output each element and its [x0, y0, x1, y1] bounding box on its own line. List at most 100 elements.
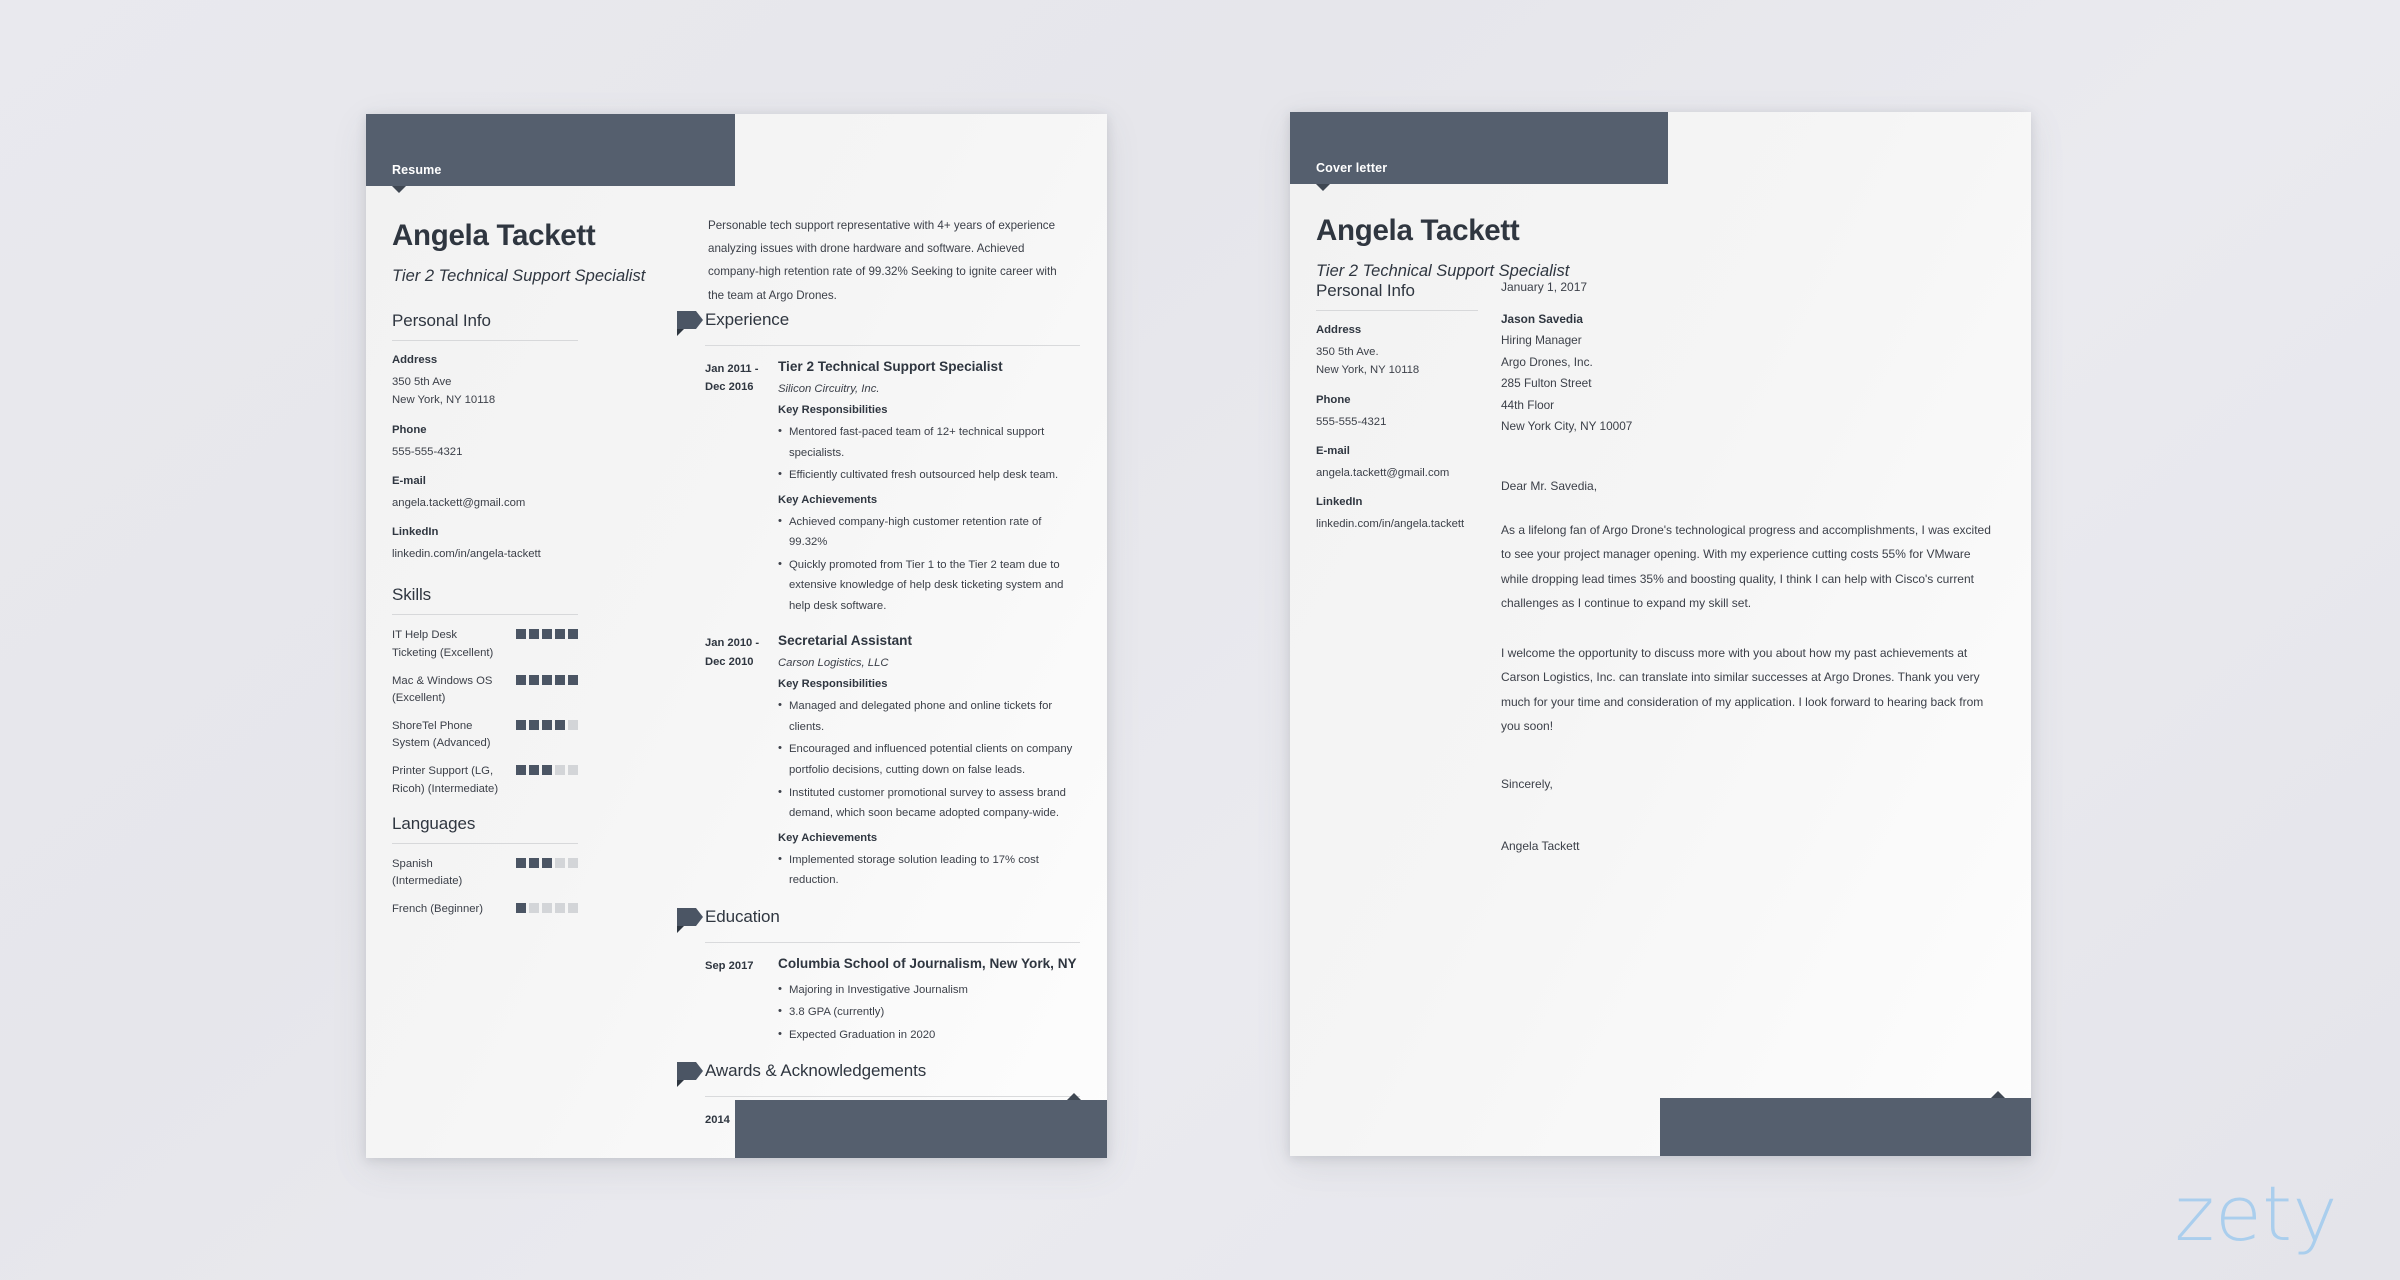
rating-dot: [555, 903, 565, 914]
achievements-label: Key Achievements: [778, 831, 878, 844]
personal-info-label: Phone: [392, 423, 427, 436]
personal-info-group: E-mail angela.tackett@gmail.com: [1316, 445, 1478, 482]
cover-bottom-band: [1660, 1091, 2031, 1156]
experience-entries: Jan 2011 - Dec 2016 Tier 2 Technical Supp…: [705, 359, 1080, 893]
cover-band-label: Cover letter: [1316, 161, 1388, 175]
letter-paragraph: I welcome the opportunity to discuss mor…: [1501, 645, 1984, 734]
resume-bottom-band: [735, 1093, 1107, 1158]
education-heading: Education: [705, 906, 780, 926]
rating-dot: [529, 674, 539, 685]
personal-info-value: angela.tackett@gmail.com: [392, 496, 526, 509]
recipient-line: Hiring Manager: [1501, 333, 1582, 348]
personal-info-list: Address 350 5th Ave New York, NY 10118 Phon…: [392, 354, 578, 563]
skill-row-label: Mac & Windows OS (Excellent): [392, 674, 493, 704]
resume-band-notch-icon: [392, 186, 406, 193]
language-row-label: Spanish (Intermediate): [392, 857, 463, 887]
personal-info-value: 350 5th Ave.: [1316, 346, 1379, 358]
skill-row-rating: [516, 718, 578, 731]
entry-date: Sep 2017: [705, 959, 754, 972]
personal-info-value: 555-555-4321: [392, 445, 463, 458]
languages-list: Spanish (Intermediate) French (Beginner): [392, 856, 578, 918]
awards-heading: Awards & Acknowledgements: [705, 1061, 927, 1081]
achievements-label: Key Achievements: [778, 493, 878, 506]
rating-dot: [568, 720, 578, 731]
personal-info-label: Address: [1316, 324, 1362, 336]
personal-info-group: E-mail angela.tackett@gmail.com: [392, 475, 578, 512]
language-row: French (Beginner): [392, 901, 578, 918]
recipient-line: 285 Fulton Street: [1501, 376, 1592, 391]
personal-info-value: New York, NY 10118: [1316, 364, 1420, 377]
skill-row: IT Help Desk Ticketing (Excellent): [392, 627, 578, 661]
skill-row-label: IT Help Desk Ticketing (Excellent): [392, 629, 494, 659]
resume-summary: Personable tech support representative w…: [708, 219, 1057, 302]
personal-info-heading: Personal Info: [392, 311, 578, 341]
cover-letter-document[interactable]: Cover letter Angela Tackett Tier 2 Techn…: [1290, 112, 2031, 1156]
skill-row: Printer Support (LG, Ricoh) (Intermediat…: [392, 763, 578, 797]
rating-dot: [568, 765, 578, 776]
education-section: Education Sep 2017 Columbia School of Jou…: [677, 906, 1080, 1048]
cover-bottom-notch-icon: [1991, 1091, 2005, 1098]
personal-info-group: LinkedIn linkedin.com/in/angela-tackett: [392, 526, 578, 563]
education-entries: Sep 2017 Columbia School of Journalism, N…: [705, 956, 1080, 1048]
skill-row-label: Printer Support (LG, Ricoh) (Intermediat…: [392, 765, 499, 795]
job-organization: Carson Logistics, LLC: [778, 657, 889, 670]
personal-info-group: Phone 555-555-4321: [1316, 394, 1478, 431]
personal-info-label: Address: [392, 354, 438, 366]
recipient-line: 44th Floor: [1501, 397, 1555, 412]
personal-info-label: LinkedIn: [392, 526, 439, 539]
language-row: Spanish (Intermediate): [392, 856, 578, 890]
letter-paragraph: As a lifelong fan of Argo Drone's techno…: [1501, 522, 1991, 611]
responsibilities-label: Key Responsibilities: [778, 403, 888, 416]
personal-info-group: Address 350 5th Ave. New York, NY 10118: [1316, 324, 1478, 380]
rating-dot: [542, 765, 552, 776]
rating-dot: [516, 629, 526, 640]
personal-info-value: 350 5th Ave: [392, 376, 452, 388]
skill-row-rating: [516, 627, 578, 640]
cover-band-notch-icon: [1316, 184, 1330, 191]
skills-heading: Skills: [392, 585, 578, 616]
skill-row: Mac & Windows OS (Excellent): [392, 673, 578, 707]
letter-paragraphs: As a lifelong fan of Argo Drone's techno…: [1501, 518, 2001, 739]
rating-dot: [529, 903, 539, 914]
job-title: Tier 2 Technical Support Specialist: [778, 359, 1003, 374]
entry-body: Tier 2 Technical Support Specialist Silic…: [771, 359, 1080, 618]
bullet-list: Implemented storage solution leading to …: [778, 849, 1080, 891]
bullet-item: Efficiently cultivated fresh outsourced …: [778, 464, 1080, 486]
cover-personal-info-heading: Personal Info: [1316, 281, 1478, 311]
resume-main-column: Experience Jan 2011 - Dec 2016 Tier 2 Tec…: [677, 311, 1080, 1158]
ribbon-marker-icon: [677, 1062, 703, 1088]
rating-dot: [529, 720, 539, 731]
skill-row-label: ShoreTel Phone System (Advanced): [392, 720, 491, 750]
rating-dot: [516, 857, 526, 868]
job-organization: Silicon Circuitry, Inc.: [778, 382, 880, 395]
rating-dot: [529, 629, 539, 640]
rating-dot: [555, 765, 565, 776]
bullet-list: Achieved company-high customer retention…: [778, 511, 1080, 617]
resume-candidate-title: Tier 2 Technical Support Specialist: [392, 266, 646, 285]
cover-top-band: Cover letter: [1290, 112, 1668, 184]
personal-info-value: 555-555-4321: [1316, 415, 1387, 428]
rating-dot: [529, 857, 539, 868]
personal-info-group: Address 350 5th Ave New York, NY 10118: [392, 354, 578, 410]
letter-closing: Sincerely,: [1501, 776, 1553, 791]
rating-dot: [542, 674, 552, 685]
resume-document[interactable]: Resume Angela Tackett Tier 2 Technical S…: [366, 114, 1107, 1158]
personal-info-value: angela.tackett@gmail.com: [1316, 466, 1450, 479]
bullet-item: 3.8 GPA (currently): [778, 1001, 1080, 1023]
language-row-rating: [516, 901, 578, 914]
letter-signature: Angela Tackett: [1501, 838, 1580, 853]
bullet-item: Implemented storage solution leading to …: [778, 849, 1080, 891]
rating-dot: [516, 674, 526, 685]
bullet-item: Majoring in Investigative Journalism: [778, 979, 1080, 1001]
skill-row: ShoreTel Phone System (Advanced): [392, 718, 578, 752]
rating-dot: [516, 765, 526, 776]
zety-logo: zety: [2174, 1169, 2338, 1258]
recipient-line: Argo Drones, Inc.: [1501, 354, 1593, 369]
skill-row-rating: [516, 673, 578, 685]
letter-date: January 1, 2017: [1501, 280, 1588, 294]
rating-dot: [568, 629, 578, 640]
bullet-item: Quickly promoted from Tier 1 to the Tier…: [778, 554, 1080, 617]
resume-name-block: Angela Tackett Tier 2 Technical Support …: [392, 221, 645, 284]
rating-dot: [542, 903, 552, 914]
experience-section: Experience Jan 2011 - Dec 2016 Tier 2 Tec…: [677, 311, 1080, 893]
